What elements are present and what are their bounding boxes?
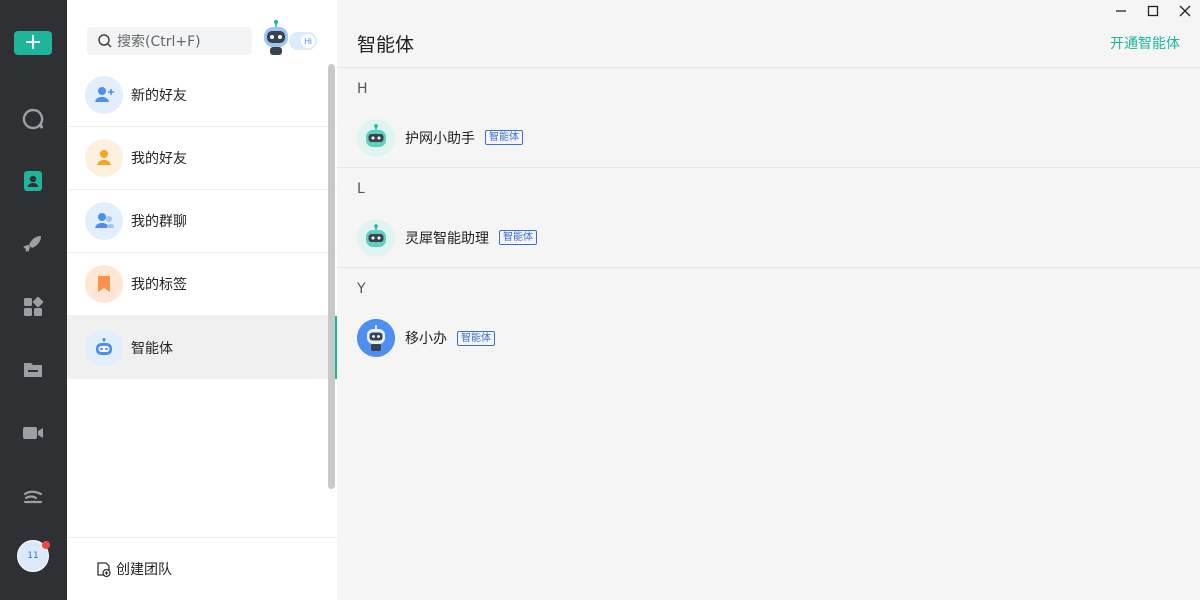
apps-icon[interactable] — [17, 291, 49, 323]
user-icon — [85, 139, 123, 177]
close-icon[interactable] — [1178, 4, 1192, 18]
contacts-panel: 搜索(Ctrl+F) Hi 新的好友 我的好友 我的群聊 我的标签 智能体 创建… — [67, 0, 337, 600]
teal-robot-icon — [357, 218, 395, 257]
agent-row[interactable]: 护网小助手 智能体 — [337, 108, 1200, 168]
create-team-label: 创建团队 — [116, 562, 172, 578]
nav-item-my-friends[interactable]: 我的好友 — [67, 127, 337, 190]
agent-name: 灵犀智能助理 — [405, 230, 489, 247]
svg-text:Hi: Hi — [304, 37, 312, 46]
maximize-icon[interactable] — [1146, 4, 1160, 18]
nav-label: 我的标签 — [131, 277, 187, 293]
nav-label: 新的好友 — [131, 88, 187, 104]
teal-robot-icon — [357, 118, 395, 157]
window-controls — [1114, 4, 1192, 18]
add-user-icon — [85, 76, 123, 114]
agent-tag: 智能体 — [457, 330, 495, 346]
search-input[interactable]: 搜索(Ctrl+F) — [87, 27, 252, 55]
agent-name: 护网小助手 — [405, 130, 475, 147]
section-letter: Y — [357, 281, 366, 297]
nav-item-agents[interactable]: 智能体 — [67, 316, 337, 379]
nav-item-new-friends[interactable]: 新的好友 — [67, 64, 337, 127]
nav-label: 智能体 — [131, 340, 173, 357]
minimize-icon[interactable] — [1114, 4, 1128, 18]
search-icon — [98, 34, 112, 48]
search-placeholder: 搜索(Ctrl+F) — [117, 34, 201, 50]
tag-icon — [85, 265, 123, 303]
nav-label: 我的群聊 — [131, 214, 187, 230]
notification-dot — [42, 541, 50, 549]
page-title: 智能体 — [357, 34, 415, 56]
left-rail: + 11 — [0, 0, 67, 600]
agent-tag: 智能体 — [485, 130, 523, 145]
open-agent-link[interactable]: 开通智能体 — [1110, 33, 1180, 53]
add-button[interactable]: + — [14, 31, 52, 55]
video-icon[interactable] — [17, 417, 49, 449]
agent-row[interactable]: 灵犀智能助理 智能体 — [337, 208, 1200, 268]
create-team-button[interactable]: 创建团队 — [95, 559, 172, 579]
avatar[interactable]: 11 — [17, 540, 50, 572]
nav-label: 我的好友 — [131, 151, 187, 167]
assistant-bot-icon[interactable]: Hi — [261, 19, 321, 57]
avatar-label: 11 — [27, 551, 39, 561]
agent-tag: 智能体 — [499, 230, 537, 245]
agent-row[interactable]: 移小办 智能体 — [337, 308, 1200, 368]
chat-icon[interactable] — [17, 103, 49, 135]
create-team-icon — [97, 561, 111, 577]
main-panel: 智能体 开通智能体 H 护网小助手 智能体 L 灵犀智能助理 智能体 Y 移小办… — [337, 0, 1200, 600]
agent-sections: H 护网小助手 智能体 L 灵犀智能助理 智能体 Y 移小办 智能体 — [337, 68, 1200, 368]
cloud-icon[interactable] — [17, 480, 49, 512]
section-letter: H — [357, 81, 368, 97]
scrollbar[interactable] — [328, 64, 335, 489]
nav-item-my-groups[interactable]: 我的群聊 — [67, 190, 337, 253]
nav-item-my-tags[interactable]: 我的标签 — [67, 253, 337, 316]
section-letter: L — [357, 181, 365, 197]
blue-robot-icon — [357, 319, 395, 357]
contacts-icon[interactable] — [17, 165, 49, 197]
rocket-icon[interactable] — [17, 228, 49, 260]
group-icon — [85, 202, 123, 240]
nav-list: 新的好友 我的好友 我的群聊 我的标签 智能体 — [67, 64, 337, 379]
agent-name: 移小办 — [405, 331, 447, 347]
footer-divider — [67, 537, 337, 538]
folder-icon[interactable] — [17, 354, 49, 386]
robot-icon — [85, 328, 123, 367]
